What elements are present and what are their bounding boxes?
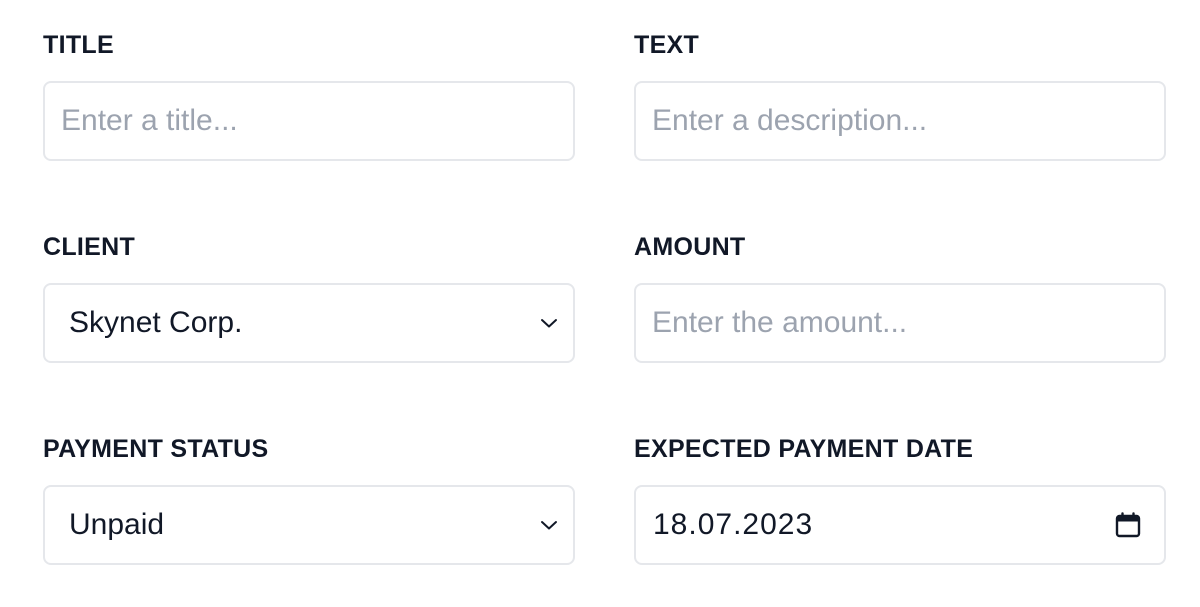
client-select-value: Skynet Corp. [69, 306, 243, 339]
client-label: CLIENT [43, 233, 136, 261]
text-label: TEXT [634, 31, 700, 59]
amount-input-placeholder: Enter the amount... [652, 306, 908, 339]
chevron-down-icon [539, 313, 559, 333]
description-input-placeholder: Enter a description... [652, 104, 928, 137]
chevron-down-icon [539, 515, 559, 535]
title-field-group: TITLE Enter a title... [43, 30, 575, 161]
payment-status-field-group: PAYMENT STATUS Unpaid [43, 434, 575, 565]
expected-payment-date-label: EXPECTED PAYMENT DATE [634, 435, 974, 463]
expected-payment-date-input[interactable]: 18.07.2023 [634, 485, 1166, 565]
amount-label: AMOUNT [634, 233, 746, 261]
payment-status-select[interactable]: Unpaid [43, 485, 575, 565]
amount-field-group: AMOUNT Enter the amount... [634, 232, 1166, 363]
calendar-icon[interactable] [1114, 511, 1142, 539]
payment-status-label: PAYMENT STATUS [43, 435, 269, 463]
invoice-form: TITLE Enter a title... TEXT Enter a desc… [0, 0, 1200, 607]
expected-payment-date-field-group: EXPECTED PAYMENT DATE 18.07.2023 [634, 434, 1166, 565]
amount-input[interactable]: Enter the amount... [634, 283, 1166, 363]
client-field-group: CLIENT Skynet Corp. [43, 232, 575, 363]
title-input-placeholder: Enter a title... [61, 104, 238, 137]
title-input[interactable]: Enter a title... [43, 81, 575, 161]
text-field-group: TEXT Enter a description... [634, 30, 1166, 161]
title-label: TITLE [43, 31, 114, 59]
payment-status-select-value: Unpaid [69, 508, 165, 541]
expected-payment-date-value: 18.07.2023 [653, 508, 814, 541]
description-input[interactable]: Enter a description... [634, 81, 1166, 161]
client-select[interactable]: Skynet Corp. [43, 283, 575, 363]
